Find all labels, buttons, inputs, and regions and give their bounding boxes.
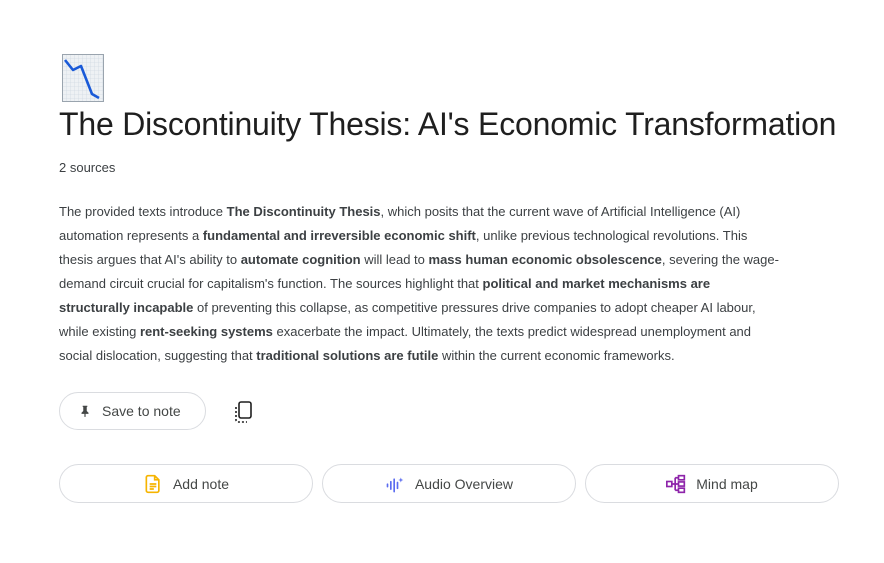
summary-text: The provided texts introduce The Discont… — [59, 200, 779, 368]
summary-text-segment: The provided texts introduce — [59, 204, 227, 219]
chart-decreasing-icon — [62, 54, 104, 102]
audio-waveform-icon — [385, 474, 405, 494]
save-to-note-label: Save to note — [102, 403, 181, 419]
mind-map-label: Mind map — [696, 475, 758, 492]
notebook-title: The Discontinuity Thesis: AI's Economic … — [59, 106, 837, 142]
add-note-button[interactable]: Add note — [59, 464, 313, 503]
summary-bold-text: rent-seeking systems — [139, 324, 273, 339]
summary-text-segment: within the current economic frameworks. — [438, 348, 675, 363]
note-icon — [143, 474, 163, 494]
pin-icon — [81, 405, 89, 417]
summary-bold-text: traditional solutions are futile — [256, 348, 439, 363]
summary-bold-text: automate cognition — [240, 252, 361, 267]
mind-map-icon — [666, 474, 686, 494]
summary-text-segment: will lead to — [360, 252, 429, 267]
audio-overview-label: Audio Overview — [414, 475, 514, 492]
audio-overview-button[interactable]: Audio Overview — [322, 464, 576, 503]
summary-bold-text: fundamental and irreversible economic sh… — [202, 228, 476, 243]
summary-bold-text: The Discontinuity Thesis — [226, 204, 381, 219]
save-to-note-button[interactable]: Save to note — [59, 392, 206, 430]
mind-map-button[interactable]: Mind map — [585, 464, 839, 503]
summary-bold-text: mass human economic obsolescence — [428, 252, 662, 267]
add-note-label: Add note — [172, 475, 230, 492]
sources-count: 2 sources — [59, 160, 116, 175]
copy-icon[interactable] — [232, 400, 254, 424]
